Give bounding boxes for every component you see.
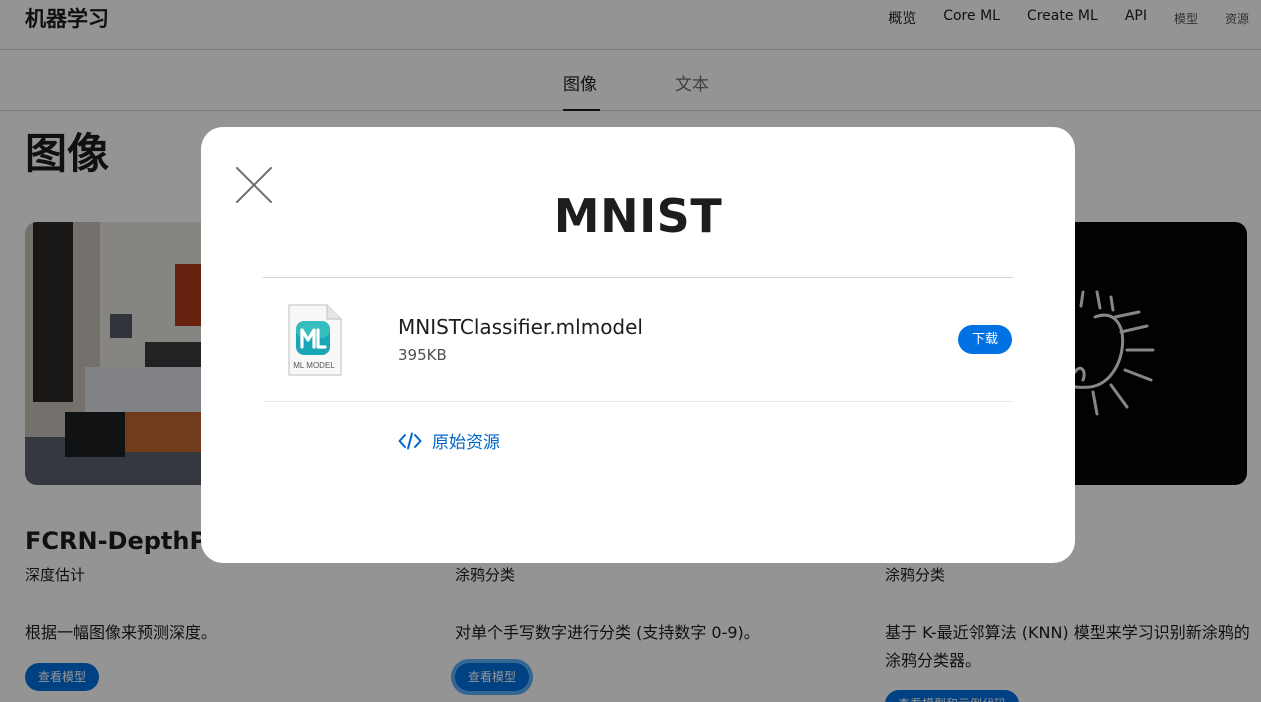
divider — [263, 277, 1013, 278]
source-link-label: 原始资源 — [432, 433, 500, 453]
download-button[interactable]: 下载 — [958, 325, 1012, 354]
code-icon — [398, 432, 422, 449]
divider — [263, 401, 1013, 402]
file-size: 395KB — [398, 346, 447, 364]
file-name: MNISTClassifier.mlmodel — [398, 315, 643, 339]
modal-title: MNIST — [553, 189, 723, 243]
mlmodel-file-icon: ML MODEL — [285, 303, 343, 379]
original-source-link[interactable]: 原始资源 — [398, 428, 500, 453]
model-detail-modal: MNIST ML MODEL MNISTClassifier.mlmodel 3… — [201, 127, 1075, 563]
svg-text:ML MODEL: ML MODEL — [293, 361, 335, 370]
